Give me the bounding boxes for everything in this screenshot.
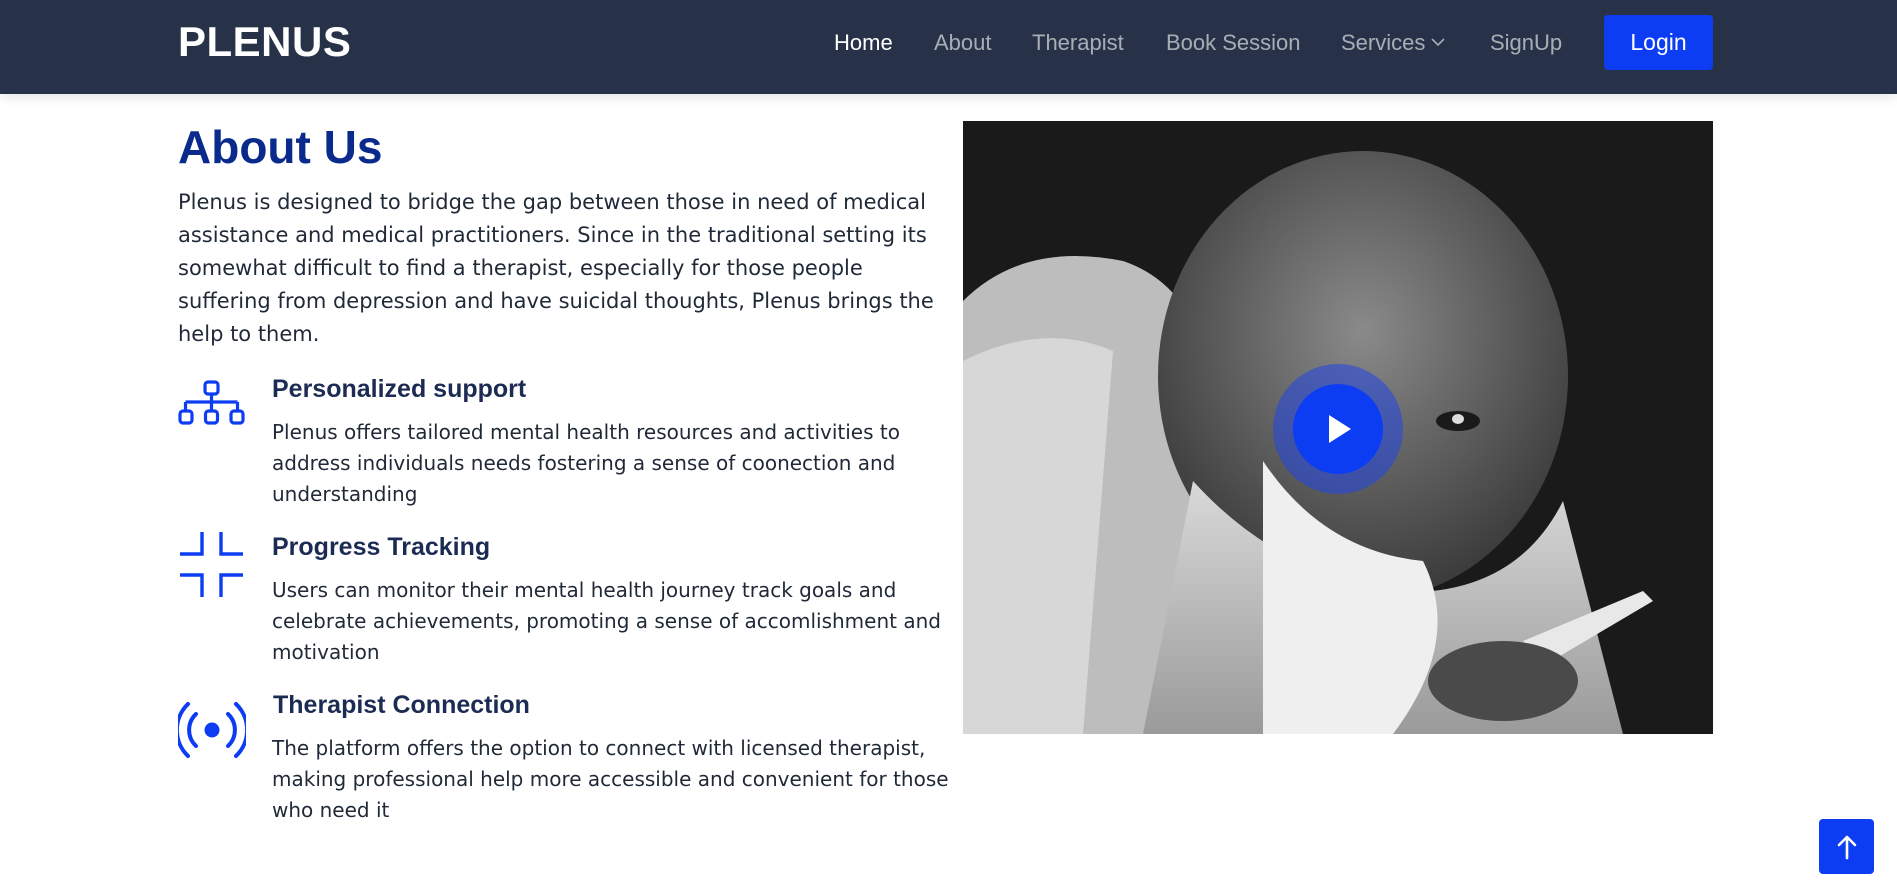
- nav-book-session[interactable]: Book Session: [1166, 30, 1301, 56]
- feature-title: Progress Tracking: [272, 533, 491, 561]
- back-to-top-button[interactable]: [1819, 819, 1874, 874]
- feature-progress-tracking: Progress Tracking Users can monitor thei…: [178, 532, 941, 664]
- feature-text: Plenus offers tailored mental health res…: [272, 420, 900, 506]
- nav-services-label: Services: [1341, 30, 1426, 55]
- nav-home[interactable]: Home: [834, 30, 893, 56]
- feature-therapist-connection: Therapist Connection The platform offers…: [178, 690, 949, 830]
- feature-text: Users can monitor their mental health jo…: [272, 578, 941, 664]
- feature-title: Therapist Connection: [273, 691, 530, 719]
- nav-therapist[interactable]: Therapist: [1032, 30, 1124, 56]
- feature-text: The platform offers the option to connec…: [272, 736, 949, 822]
- play-button[interactable]: [1293, 384, 1383, 474]
- chevron-down-icon: [1431, 38, 1445, 47]
- collapse-corners-icon: [180, 532, 243, 597]
- broadcast-icon: [178, 702, 246, 758]
- about-description: Plenus is designed to bridge the gap bet…: [178, 190, 934, 346]
- nav-services-dropdown[interactable]: Services: [1341, 30, 1445, 56]
- nav-signup[interactable]: SignUp: [1490, 30, 1562, 56]
- play-icon: [1329, 415, 1351, 443]
- arrow-up-icon: [1837, 835, 1857, 860]
- feature-title: Personalized support: [272, 375, 527, 403]
- page-title: About Us: [178, 121, 383, 173]
- about-video[interactable]: [963, 121, 1713, 734]
- login-button[interactable]: Login: [1604, 15, 1713, 70]
- diagram-tree-icon: [178, 380, 245, 425]
- navbar: PLENUS Home About Therapist Book Session…: [0, 0, 1897, 94]
- nav-about[interactable]: About: [934, 30, 992, 56]
- feature-personalized-support: Personalized support Plenus offers tailo…: [178, 374, 938, 506]
